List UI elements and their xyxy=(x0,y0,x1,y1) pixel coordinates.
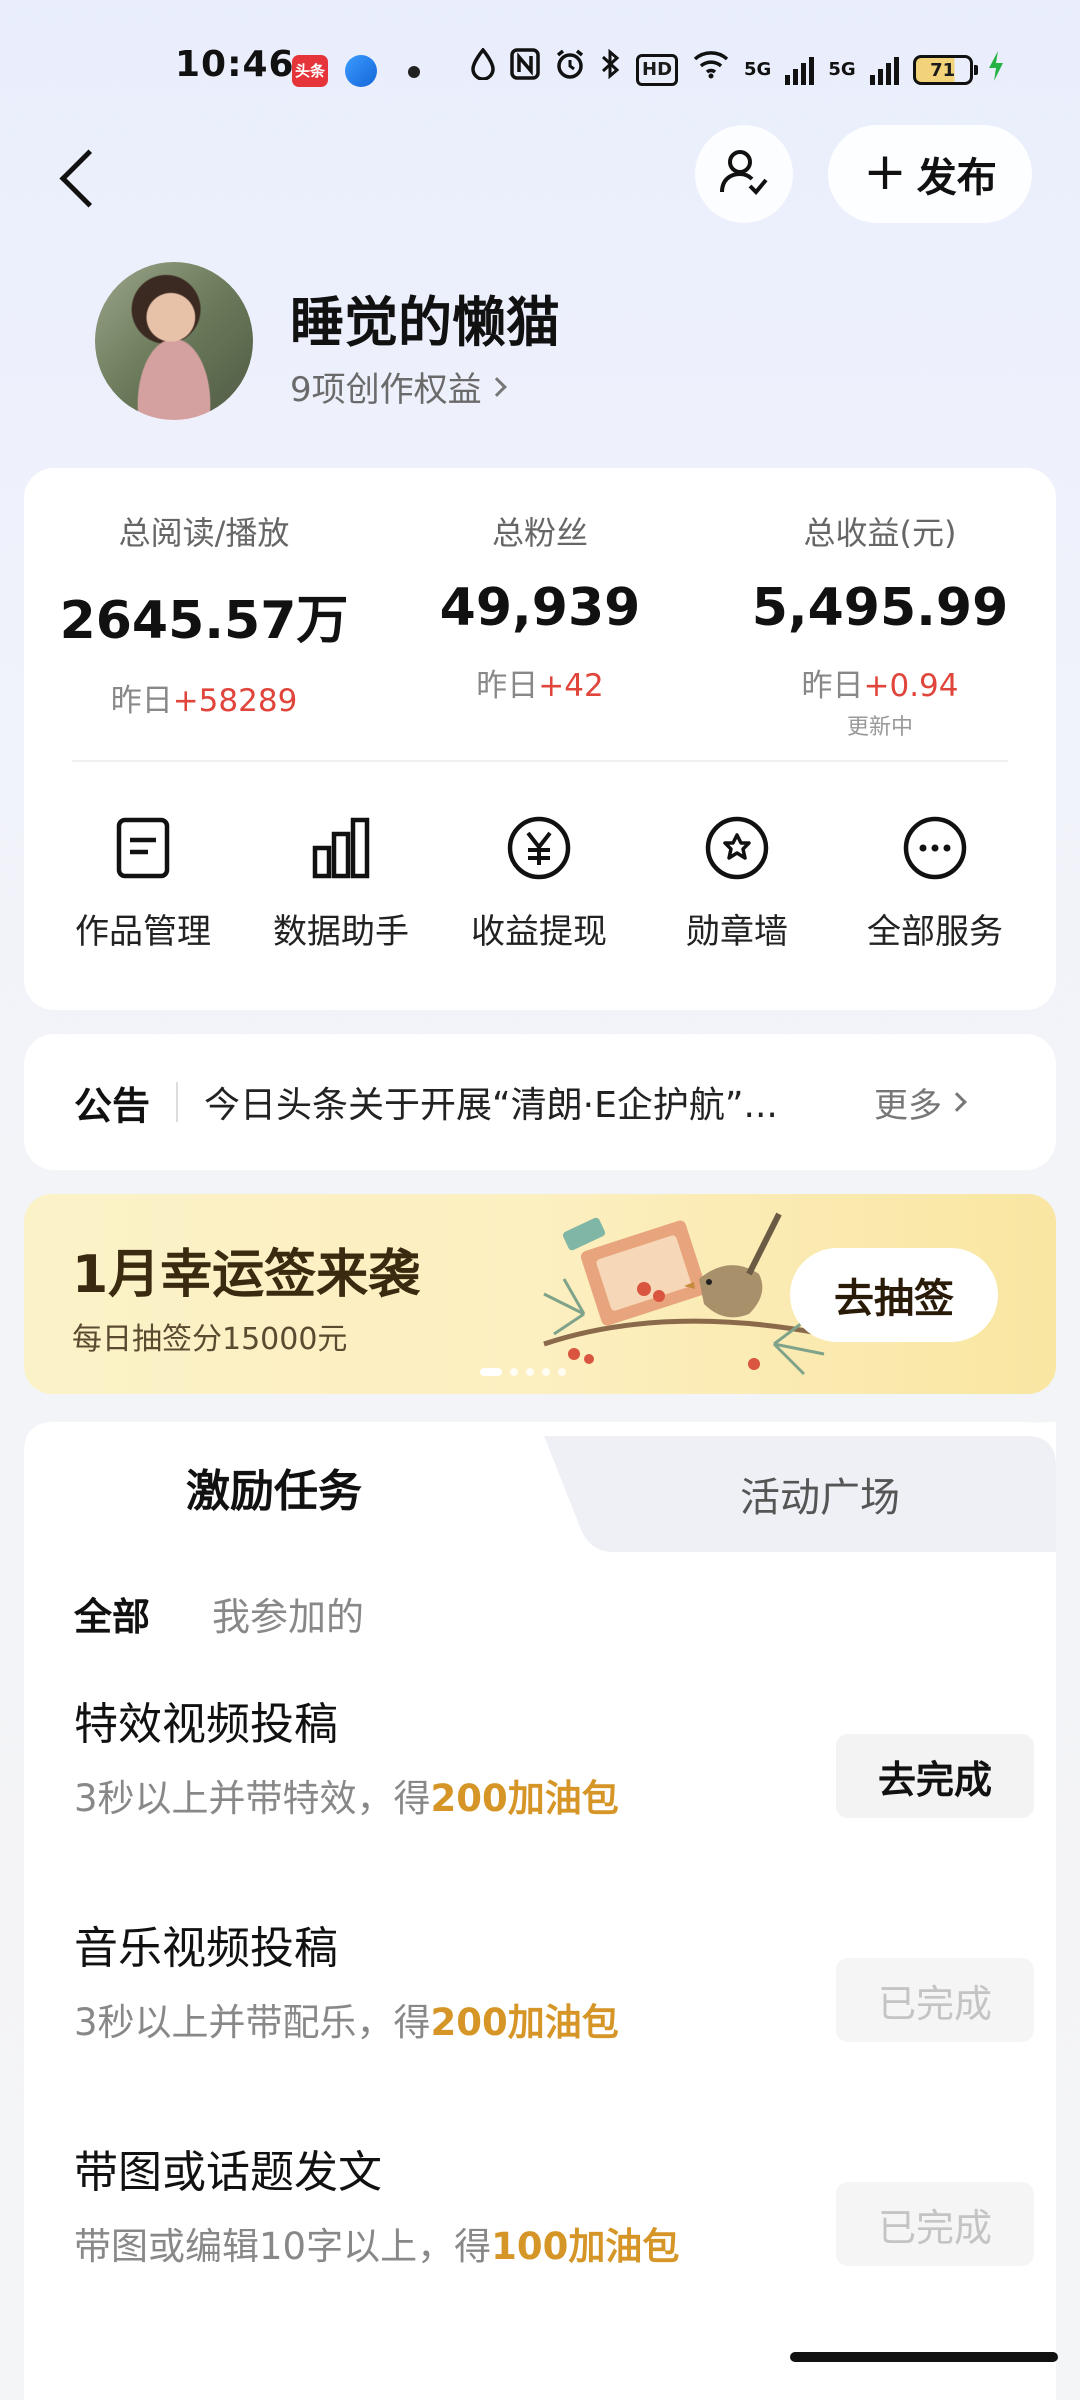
publish-label: 发布 xyxy=(916,155,997,201)
stat-change-delta: +0.94 xyxy=(863,668,959,704)
nfc-icon xyxy=(510,47,540,93)
stat-value: 2645.57万 xyxy=(59,591,349,651)
status-bar: 10:46 头条 HD 5G 5G 71 xyxy=(0,0,1080,140)
carousel-indicator xyxy=(480,1368,566,1376)
username: 睡觉的懒猫 xyxy=(290,291,560,354)
task-desc-text: 3秒以上并带配乐，得 xyxy=(74,2001,431,2044)
lucky-draw-banner[interactable]: 1月幸运签来袭 每日抽签分15000元 去抽签 xyxy=(24,1194,1056,1394)
banner-subtitle: 每日抽签分15000元 xyxy=(72,1322,348,1357)
stat-change-prefix: 昨日 xyxy=(476,668,539,704)
hd-voice-icon: HD xyxy=(636,54,679,86)
toutiao-app-icon: 头条 xyxy=(292,55,328,87)
browser-app-icon xyxy=(345,55,377,87)
benefits-label: 9项创作权益 xyxy=(290,370,482,410)
task-reward: 200加油包 xyxy=(430,2001,619,2044)
stat-label: 总收益(元) xyxy=(803,514,957,552)
announcement-title: 公告 xyxy=(74,1083,151,1128)
announcement-more-link[interactable]: 更多 xyxy=(874,1078,967,1127)
stat-change-delta: +42 xyxy=(538,668,604,704)
draw-lot-button[interactable]: 去抽签 xyxy=(790,1248,998,1342)
chevron-right-icon xyxy=(486,376,507,397)
service-badge-wall[interactable]: 勋章墙 xyxy=(638,808,836,953)
stat-total-income[interactable]: 总收益(元) 5,495.99 昨日+0.94 更新中 xyxy=(730,508,1030,741)
alarm-icon xyxy=(554,48,586,93)
network-5g-label-1: 5G xyxy=(744,59,772,80)
user-check-icon xyxy=(718,146,770,202)
user-switch-button[interactable] xyxy=(695,125,793,223)
service-all-services[interactable]: 全部服务 xyxy=(836,808,1034,953)
yen-icon xyxy=(440,808,638,888)
filter-joined[interactable]: 我参加的 xyxy=(212,1586,364,1641)
document-icon xyxy=(44,808,242,888)
stat-change: 昨日+0.94 xyxy=(730,660,1030,705)
service-works-management[interactable]: 作品管理 xyxy=(44,808,242,953)
task-completed-button: 已完成 xyxy=(836,2182,1034,2266)
stat-change-prefix: 昨日 xyxy=(801,668,864,704)
tasks-panel: 激励任务 活动广场 全部 我参加的 特效视频投稿 3秒以上并带特效，得200加油… xyxy=(24,1422,1056,2400)
signal-icon-2 xyxy=(869,55,899,85)
service-label: 数据助手 xyxy=(273,912,409,952)
services-row: 作品管理 数据助手 收益提现 勋章墙 全部服务 xyxy=(24,808,1056,953)
back-button[interactable] xyxy=(50,140,110,210)
task-complete-button[interactable]: 去完成 xyxy=(836,1734,1034,1818)
task-desc-text: 带图或编辑10字以上，得 xyxy=(74,2225,492,2268)
service-label: 作品管理 xyxy=(75,912,211,952)
banner-title: 1月幸运签来袭 xyxy=(72,1245,421,1305)
tab-activity-square[interactable]: 活动广场 xyxy=(584,1436,1056,1552)
badge-icon xyxy=(638,808,836,888)
avatar[interactable] xyxy=(95,262,253,420)
stat-label: 总阅读/播放 xyxy=(118,514,290,552)
battery-level: 71 xyxy=(930,59,956,81)
bluetooth-icon xyxy=(600,48,622,93)
system-icons: HD 5G 5G 71 xyxy=(470,46,1005,93)
wifi-icon xyxy=(692,48,730,92)
task-item: 音乐视频投稿 3秒以上并带配乐，得200加油包 已完成 xyxy=(74,1912,1034,2052)
home-indicator[interactable] xyxy=(790,2352,1058,2362)
service-label: 勋章墙 xyxy=(686,912,788,952)
task-reward: 200加油包 xyxy=(430,1777,619,1820)
stat-value: 5,495.99 xyxy=(751,578,1009,638)
charging-icon xyxy=(987,50,1005,90)
benefits-link[interactable]: 9项创作权益 xyxy=(290,362,507,411)
stats-card: 总阅读/播放 2645.57万 昨日+58289 总粉丝 49,939 昨日+4… xyxy=(24,468,1056,1010)
task-item: 特效视频投稿 3秒以上并带特效，得200加油包 去完成 xyxy=(74,1688,1034,1828)
filter-all[interactable]: 全部 xyxy=(74,1586,150,1641)
battery-icon: 71 xyxy=(912,55,978,85)
service-income-withdraw[interactable]: 收益提现 xyxy=(440,808,638,953)
stat-label: 总粉丝 xyxy=(491,514,588,552)
stat-change-delta: +58289 xyxy=(172,683,298,719)
service-data-assistant[interactable]: 数据助手 xyxy=(242,808,440,953)
stat-change-prefix: 昨日 xyxy=(110,683,173,719)
notification-dot-icon xyxy=(408,66,420,78)
task-filters: 全部 我参加的 xyxy=(74,1586,364,1641)
divider xyxy=(72,760,1008,762)
service-label: 收益提现 xyxy=(471,912,607,952)
announcement-bar[interactable]: 公告 今日头条关于开展“清朗·E企护航”... 更多 xyxy=(24,1034,1056,1170)
stat-total-fans[interactable]: 总粉丝 49,939 昨日+42 xyxy=(390,508,690,705)
more-label: 更多 xyxy=(874,1085,943,1126)
chevron-right-icon xyxy=(947,1092,967,1112)
bar-chart-icon xyxy=(242,808,440,888)
task-desc-text: 3秒以上并带特效，得 xyxy=(74,1777,431,1820)
tab-incentive-tasks[interactable]: 激励任务 xyxy=(24,1422,564,1552)
network-5g-label-2: 5G xyxy=(828,59,856,80)
stat-total-reads[interactable]: 总阅读/播放 2645.57万 昨日+58289 xyxy=(54,508,354,720)
announcement-text[interactable]: 今日头条关于开展“清朗·E企护航”... xyxy=(204,1076,844,1128)
divider xyxy=(176,1082,179,1122)
task-reward: 100加油包 xyxy=(491,2225,680,2268)
stat-value: 49,939 xyxy=(439,578,641,638)
publish-button[interactable]: + 发布 xyxy=(828,125,1032,223)
status-time: 10:46 xyxy=(175,44,295,85)
plus-icon: + xyxy=(863,142,907,202)
signal-icon-1 xyxy=(785,55,815,85)
task-completed-button: 已完成 xyxy=(836,1958,1034,2042)
water-drop-icon xyxy=(470,46,496,93)
task-item: 带图或话题发文 带图或编辑10字以上，得100加油包 已完成 xyxy=(74,2136,1034,2276)
stat-updating-label: 更新中 xyxy=(846,715,913,740)
stat-change: 昨日+58289 xyxy=(54,675,354,720)
service-label: 全部服务 xyxy=(867,912,1003,952)
more-icon xyxy=(836,808,1034,888)
stat-change: 昨日+42 xyxy=(390,660,690,705)
